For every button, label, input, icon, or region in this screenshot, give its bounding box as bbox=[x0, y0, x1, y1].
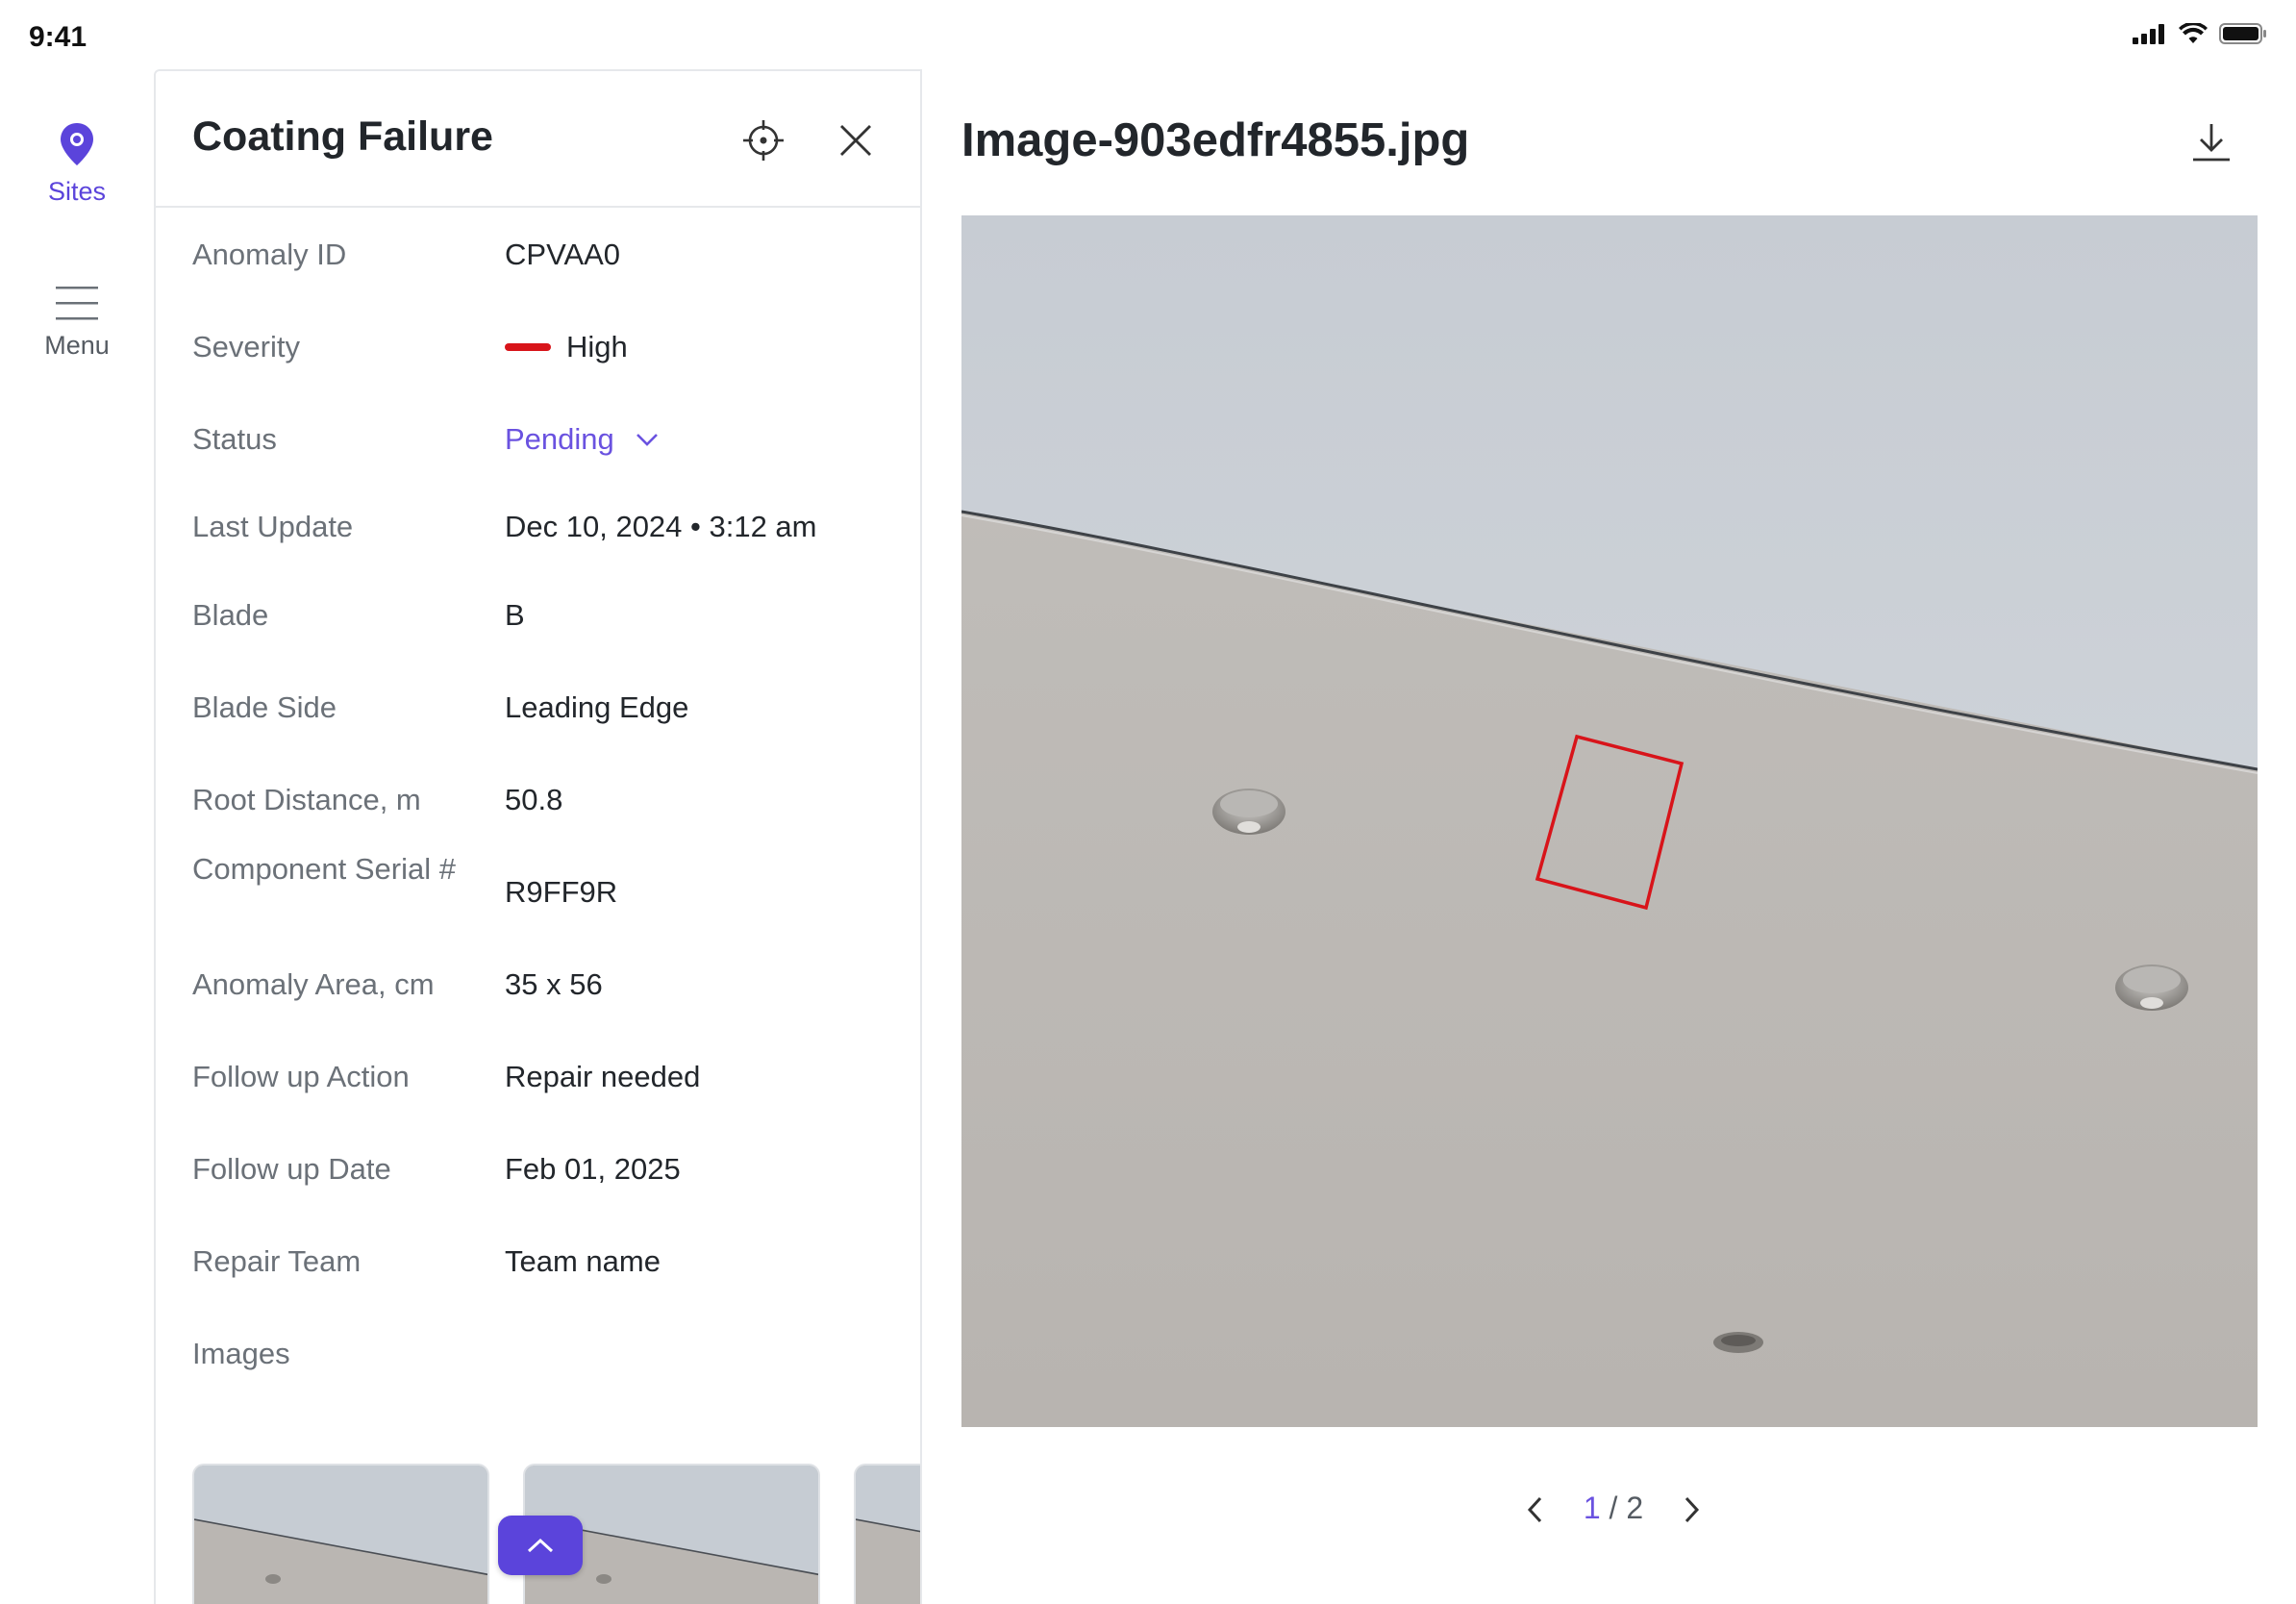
page-indicator: 1 / 2 bbox=[1565, 1491, 1661, 1526]
panel-title: Coating Failure bbox=[192, 113, 493, 160]
chevron-left-icon bbox=[1527, 1496, 1542, 1523]
status-icons bbox=[2133, 23, 2267, 44]
image-pager: 1 / 2 bbox=[1508, 1481, 1719, 1539]
nav-item-sites[interactable]: Sites bbox=[0, 121, 154, 207]
anomaly-details-panel: Coating Failure Anomaly ID CPVAA0 Severi… bbox=[154, 69, 922, 1604]
crosshair-icon bbox=[743, 120, 784, 161]
field-label-last-update: Last Update bbox=[192, 510, 354, 543]
locate-button[interactable] bbox=[735, 112, 792, 169]
image-filename: Image-903edfr4855.jpg bbox=[961, 114, 1470, 166]
map-pin-icon bbox=[61, 123, 93, 165]
field-label-anomaly-id: Anomaly ID bbox=[192, 238, 347, 271]
field-value-anomaly-area: 35 x 56 bbox=[505, 967, 603, 1001]
nav-item-menu-label: Menu bbox=[44, 331, 110, 360]
chevron-up-icon bbox=[527, 1538, 554, 1553]
field-value-follow-up-action: Repair needed bbox=[505, 1060, 701, 1093]
wifi-icon bbox=[2179, 23, 2208, 43]
status-time: 9:41 bbox=[29, 21, 87, 53]
field-label-blade: Blade bbox=[192, 598, 269, 632]
bolt-marker bbox=[1212, 789, 1285, 835]
blade-thumbnail-image bbox=[856, 1466, 920, 1604]
field-label-component-serial: Component Serial # bbox=[192, 852, 456, 886]
field-value-anomaly-id: CPVAA0 bbox=[505, 238, 621, 271]
field-value-blade: B bbox=[505, 598, 525, 632]
field-value-root-distance: 50.8 bbox=[505, 783, 563, 816]
nav-item-sites-label: Sites bbox=[47, 177, 107, 206]
scroll-to-top-button[interactable] bbox=[498, 1516, 583, 1575]
download-icon bbox=[2193, 124, 2230, 162]
field-label-blade-side: Blade Side bbox=[192, 690, 337, 724]
field-label-status: Status bbox=[192, 422, 277, 456]
field-label-repair-team: Repair Team bbox=[192, 1244, 362, 1278]
severity-text: High bbox=[566, 330, 628, 363]
field-label-anomaly-area: Anomaly Area, cm bbox=[192, 967, 435, 1001]
field-value-component-serial: R9FF9R bbox=[505, 875, 618, 909]
field-value-last-update: Dec 10, 2024 • 3:12 am bbox=[505, 510, 817, 543]
chevron-right-icon bbox=[1685, 1496, 1700, 1523]
blade-photo bbox=[961, 215, 2259, 1427]
page-separator: / bbox=[1609, 1491, 1618, 1525]
field-label-root-distance: Root Distance, m bbox=[192, 783, 421, 816]
field-value-repair-team: Team name bbox=[505, 1244, 661, 1278]
signal-icon bbox=[2133, 24, 2164, 44]
panel-header: Coating Failure bbox=[156, 71, 920, 208]
battery-icon bbox=[2219, 23, 2266, 44]
hamburger-menu-icon bbox=[56, 287, 98, 320]
nav-item-menu[interactable]: Menu bbox=[0, 285, 154, 361]
status-bar: 9:41 bbox=[0, 0, 2296, 69]
close-icon bbox=[840, 125, 871, 156]
chevron-down-icon bbox=[636, 433, 658, 446]
blade-thumbnail-image bbox=[194, 1466, 487, 1604]
images-section-label: Images bbox=[192, 1337, 290, 1370]
page-total: 2 bbox=[1626, 1491, 1644, 1525]
status-dropdown-value: Pending bbox=[505, 422, 614, 456]
bolt-marker bbox=[1713, 1332, 1763, 1353]
bolt-marker bbox=[2115, 965, 2188, 1011]
close-panel-button[interactable] bbox=[827, 112, 885, 169]
next-image-button[interactable] bbox=[1669, 1487, 1715, 1533]
field-value-blade-side: Leading Edge bbox=[505, 690, 689, 724]
status-dropdown[interactable]: Pending bbox=[505, 416, 659, 462]
download-button[interactable] bbox=[2183, 113, 2240, 171]
severity-indicator bbox=[505, 342, 551, 351]
field-label-follow-up-action: Follow up Action bbox=[192, 1060, 410, 1093]
field-label-follow-up-date: Follow up Date bbox=[192, 1152, 391, 1186]
main-inspection-image[interactable] bbox=[961, 215, 2259, 1427]
page-current: 1 bbox=[1583, 1491, 1601, 1525]
field-value-severity: High bbox=[505, 324, 628, 369]
previous-image-button[interactable] bbox=[1511, 1487, 1558, 1533]
image-thumbnail[interactable] bbox=[192, 1464, 489, 1604]
image-thumbnail[interactable] bbox=[854, 1464, 920, 1604]
field-label-severity: Severity bbox=[192, 330, 300, 363]
field-value-follow-up-date: Feb 01, 2025 bbox=[505, 1152, 681, 1186]
nav-rail: Sites Menu bbox=[0, 69, 154, 1604]
